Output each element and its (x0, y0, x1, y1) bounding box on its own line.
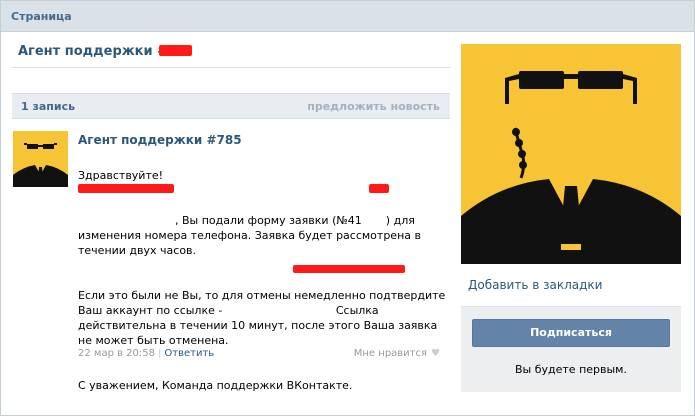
agent-portrait-icon (461, 44, 681, 264)
subscribe-box: Подписаться Вы будете первым. (461, 306, 681, 392)
post-paragraph-1: , Вы подали форму заявки (№41) для измен… (78, 213, 450, 258)
page-title-text: Агент поддержки # (18, 44, 169, 59)
post-paragraph-2: Если это были не Вы, то для отмены немед… (78, 288, 450, 348)
post-paragraph-2-a: Если это были не Вы, то для отмены немед… (78, 289, 446, 317)
reply-link[interactable]: Ответить (164, 348, 214, 359)
page-title: Агент поддержки # (18, 44, 168, 59)
redaction-mark (293, 265, 405, 273)
wall-header-bar: 1 запись предложить новость (12, 93, 450, 119)
wall-post-count[interactable]: 1 запись (21, 100, 75, 113)
divider (12, 67, 450, 68)
post-author-name[interactable]: Агент поддержки #785 (78, 133, 450, 147)
page-header: Страница (1, 1, 694, 32)
post-signature: С уважением, Команда поддержки ВКонтакте… (78, 379, 353, 392)
post-author-avatar[interactable] (13, 131, 68, 187)
redaction-mark (159, 45, 192, 56)
redaction-mark (78, 184, 174, 193)
agent-avatar-icon (13, 131, 68, 187)
subscribe-button[interactable]: Подписаться (472, 319, 670, 347)
separator: | (158, 348, 162, 359)
post-footer: 22 мар в 20:58 | Ответить Мне нравится ♥ (78, 348, 440, 362)
like-button[interactable]: Мне нравится ♥ (354, 348, 440, 359)
like-label: Мне нравится (353, 348, 428, 359)
post-paragraph-1-a: , Вы подали форму заявки (№41 (175, 214, 362, 227)
add-bookmark-link[interactable]: Добавить в закладки (468, 278, 602, 292)
page-avatar[interactable] (461, 44, 681, 264)
suggest-news-link[interactable]: предложить новость (307, 100, 440, 113)
subscribe-note: Вы будете первым. (515, 363, 627, 376)
heart-icon: ♥ (431, 348, 440, 359)
header-title: Страница (11, 10, 72, 23)
post-greeting: Здравствуйте! (78, 169, 164, 182)
redaction-mark (369, 184, 389, 193)
post-date[interactable]: 22 мар в 20:58 (78, 348, 155, 359)
